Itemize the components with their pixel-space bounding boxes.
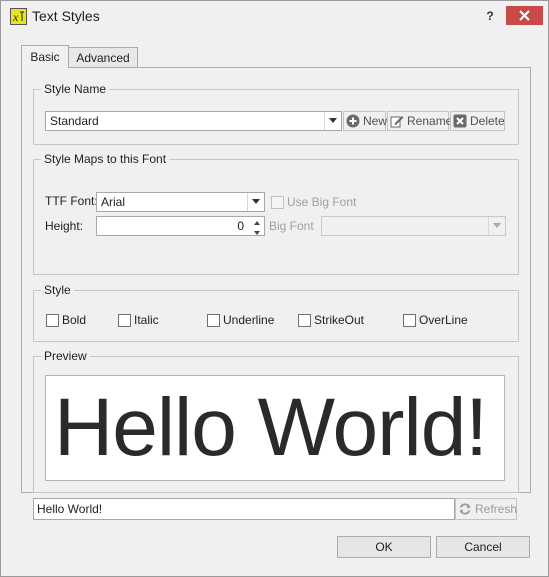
spin-up-icon[interactable] — [250, 217, 264, 226]
delete-button[interactable]: Delete — [450, 111, 505, 131]
use-big-font-checkbox[interactable] — [271, 196, 284, 209]
text-styles-dialog: x Text Styles ? Basic Advanced Style Nam… — [0, 0, 549, 577]
style-name-combo[interactable]: Standard — [45, 111, 342, 131]
delete-label: Delete — [470, 114, 505, 128]
refresh-icon — [458, 502, 472, 516]
preview-input-value: Hello World! — [37, 502, 103, 516]
chevron-down-icon[interactable] — [247, 193, 264, 211]
bold-label: Bold — [62, 313, 87, 327]
plus-circle-icon — [346, 114, 360, 128]
overline-checkbox[interactable] — [403, 314, 416, 327]
rename-icon — [390, 114, 404, 128]
ttf-font-label: TTF Font: — [45, 194, 98, 208]
italic-label: Italic — [134, 313, 159, 327]
big-font-combo[interactable] — [321, 216, 506, 236]
preview-canvas: Hello World! — [45, 375, 505, 481]
refresh-label: Refresh — [475, 502, 518, 516]
combo-value: Standard — [50, 114, 99, 128]
big-font-label: Big Font — [269, 219, 314, 233]
new-label: New — [363, 114, 388, 128]
close-button[interactable] — [506, 6, 543, 25]
height-spinbox[interactable]: 0 — [96, 216, 265, 236]
rename-button[interactable]: Rename — [387, 111, 453, 131]
chevron-down-icon[interactable] — [324, 112, 341, 130]
use-big-font-label: Use Big Font — [287, 195, 357, 209]
underline-label: Underline — [223, 313, 275, 327]
close-icon — [519, 10, 530, 21]
italic-checkbox[interactable] — [118, 314, 131, 327]
underline-checkbox[interactable] — [207, 314, 220, 327]
text-style-icon: x — [10, 8, 27, 25]
preview-text-input[interactable]: Hello World! — [33, 498, 455, 520]
rename-label: Rename — [407, 114, 453, 128]
new-button[interactable]: New — [343, 111, 388, 131]
tab-basic[interactable]: Basic — [21, 45, 69, 68]
ttf-font-combo[interactable]: Arial — [96, 192, 265, 212]
preview-text: Hello World! — [54, 382, 488, 473]
overline-label: OverLine — [419, 313, 468, 327]
cancel-button[interactable]: Cancel — [436, 536, 530, 558]
height-label: Height: — [45, 219, 84, 233]
strikeout-label: StrikeOut — [314, 313, 365, 327]
chevron-down-icon[interactable] — [488, 217, 505, 235]
strikeout-checkbox[interactable] — [298, 314, 311, 327]
spin-down-icon[interactable] — [250, 226, 264, 235]
ok-button[interactable]: OK — [337, 536, 431, 558]
height-value: 0 — [237, 219, 244, 233]
title-bar: x Text Styles ? — [1, 1, 548, 32]
group-title: Style Maps to this Font — [41, 152, 170, 166]
refresh-button[interactable]: Refresh — [455, 498, 517, 520]
combo-value: Arial — [101, 195, 126, 209]
help-button[interactable]: ? — [483, 7, 497, 25]
group-title: Preview — [41, 349, 90, 363]
svg-text:x: x — [12, 10, 19, 24]
delete-x-icon — [453, 114, 467, 128]
group-title: Style — [41, 283, 74, 297]
group-title: Style Name — [41, 82, 110, 96]
tab-advanced[interactable]: Advanced — [68, 47, 138, 68]
window-title: Text Styles — [32, 8, 100, 24]
bold-checkbox[interactable] — [46, 314, 59, 327]
